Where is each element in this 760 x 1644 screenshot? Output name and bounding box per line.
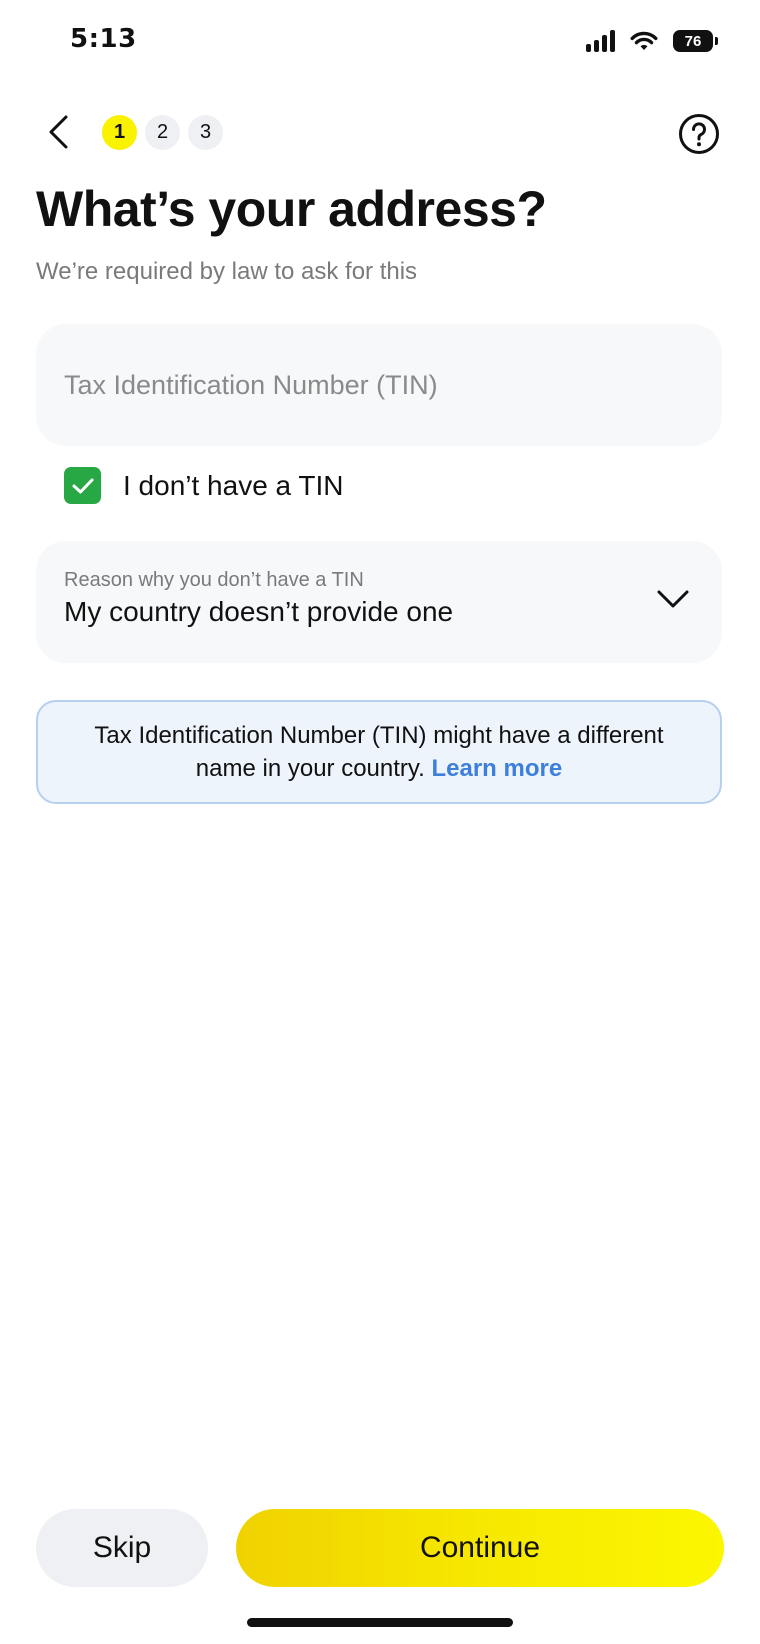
tin-input[interactable]: Tax Identification Number (TIN)	[36, 324, 722, 446]
help-button[interactable]	[678, 113, 720, 155]
tin-info-message: Tax Identification Number (TIN) might ha…	[94, 722, 664, 782]
back-button[interactable]	[40, 110, 76, 154]
continue-button[interactable]: Continue	[236, 1509, 724, 1587]
page-title: What’s your address?	[36, 181, 547, 237]
wifi-icon	[630, 31, 658, 50]
no-tin-checkbox-label[interactable]: I don’t have a TIN	[123, 470, 344, 502]
no-tin-checkbox[interactable]	[64, 467, 101, 504]
step-2: 2	[145, 115, 180, 150]
no-tin-checkbox-row[interactable]: I don’t have a TIN	[64, 467, 344, 504]
step-3: 3	[188, 115, 223, 150]
tin-info-banner: Tax Identification Number (TIN) might ha…	[36, 700, 722, 804]
learn-more-link[interactable]: Learn more	[431, 755, 562, 782]
skip-button[interactable]: Skip	[36, 1509, 208, 1587]
step-1: 1	[102, 115, 137, 150]
checkmark-icon	[72, 478, 93, 493]
tin-info-text: Tax Identification Number (TIN) might ha…	[68, 719, 690, 785]
status-time: 5:13	[70, 24, 137, 54]
reason-select[interactable]: Reason why you don’t have a TIN My count…	[36, 541, 722, 663]
battery-icon: 76	[673, 30, 718, 52]
reason-select-value: My country doesn’t provide one	[64, 596, 454, 627]
question-mark-icon	[679, 114, 719, 154]
status-icons: 76	[586, 30, 718, 52]
page-subtitle: We’re required by law to ask for this	[36, 258, 418, 285]
chevron-down-icon	[657, 590, 689, 608]
chevron-left-icon	[49, 115, 68, 149]
cellular-signal-icon	[586, 30, 615, 52]
tin-input-placeholder: Tax Identification Number (TIN)	[64, 369, 438, 400]
reason-select-label: Reason why you don’t have a TIN	[64, 569, 364, 591]
step-indicator: 1 2 3	[102, 115, 223, 150]
battery-level: 76	[673, 30, 713, 52]
home-indicator	[247, 1618, 513, 1627]
